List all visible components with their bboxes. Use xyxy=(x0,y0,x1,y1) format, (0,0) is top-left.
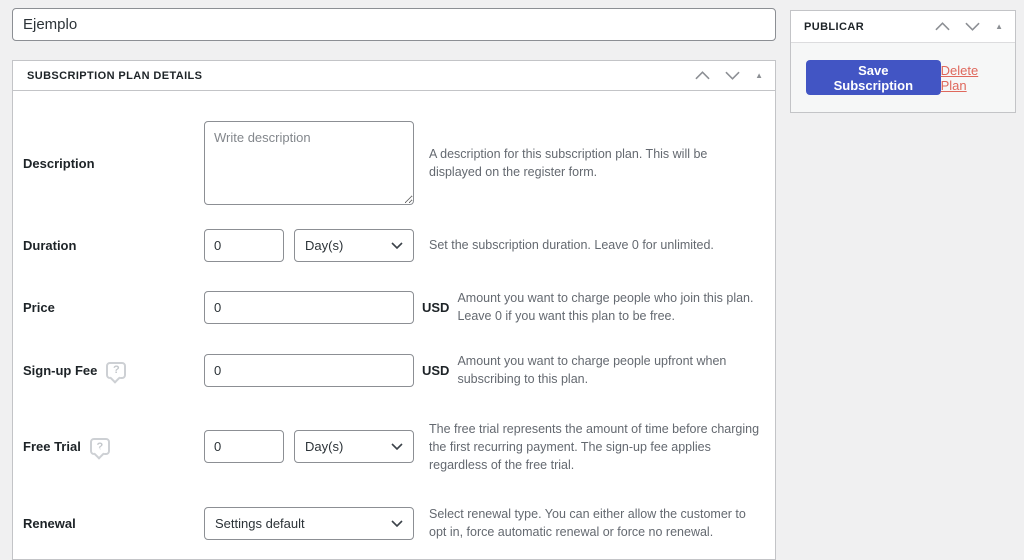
signup-fee-field-col xyxy=(204,353,414,387)
publish-title: PUBLICAR xyxy=(804,20,865,33)
description-help-text: A description for this subscription plan… xyxy=(429,146,708,179)
duration-row: Duration Day(s) Set the subscription dur… xyxy=(23,229,763,262)
price-value-input[interactable] xyxy=(204,290,414,324)
publish-metabox: PUBLICAR ▲ Save Subscription Delete Plan xyxy=(790,10,1016,113)
main-column: SUBSCRIPTION PLAN DETAILS ▲ Description xyxy=(12,8,776,560)
save-subscription-button[interactable]: Save Subscription xyxy=(806,60,941,95)
renewal-row: Renewal Settings default Select renewal … xyxy=(23,505,763,541)
publish-handle-actions: ▲ xyxy=(935,22,1003,31)
free-trial-field-col: Day(s) xyxy=(204,430,414,464)
publish-header[interactable]: PUBLICAR ▲ xyxy=(791,11,1015,43)
plan-title-input[interactable] xyxy=(12,8,776,41)
signup-fee-label: Sign-up Fee ? xyxy=(23,361,204,379)
metabox-body: Description A description for this subsc… xyxy=(13,91,775,559)
chevron-down-icon xyxy=(391,443,403,451)
move-down-icon[interactable] xyxy=(725,71,740,80)
help-tooltip-icon[interactable]: ? xyxy=(89,438,110,456)
renewal-label: Renewal xyxy=(23,515,76,531)
chevron-down-icon xyxy=(391,242,403,249)
publish-body: Save Subscription Delete Plan xyxy=(791,43,1015,112)
free-trial-label: Free Trial ? xyxy=(23,438,204,456)
price-currency-label: USD xyxy=(422,299,450,315)
move-down-icon[interactable] xyxy=(965,22,980,31)
renewal-help-text: Select renewal type. You can either allo… xyxy=(429,506,746,539)
renewal-type-select[interactable]: Settings default xyxy=(204,506,414,540)
metabox-title: SUBSCRIPTION PLAN DETAILS xyxy=(27,69,203,82)
signup-fee-help-text: Amount you want to charge people upfront… xyxy=(457,354,727,387)
free-trial-unit-select[interactable]: Day(s) xyxy=(294,430,414,464)
price-help-text: Amount you want to charge people who joi… xyxy=(457,291,754,324)
description-label: Description xyxy=(23,155,95,171)
signup-fee-row: Sign-up Fee ? USD Amount you want to cha… xyxy=(23,352,763,388)
help-tooltip-icon[interactable]: ? xyxy=(106,361,127,379)
description-row: Description A description for this subsc… xyxy=(23,121,763,205)
description-textarea[interactable] xyxy=(204,121,414,205)
duration-field-col: Day(s) xyxy=(204,229,414,262)
subscription-plan-details-metabox: SUBSCRIPTION PLAN DETAILS ▲ Description xyxy=(12,60,776,560)
signup-fee-value-input[interactable] xyxy=(204,353,414,387)
delete-plan-link[interactable]: Delete Plan xyxy=(941,63,1005,93)
renewal-field-col: Settings default xyxy=(204,506,414,540)
duration-value-input[interactable] xyxy=(204,229,284,262)
duration-help-text: Set the subscription duration. Leave 0 f… xyxy=(429,238,714,253)
collapse-toggle-icon[interactable]: ▲ xyxy=(995,22,1003,31)
free-trial-help-text: The free trial represents the amount of … xyxy=(429,421,760,472)
price-field-col xyxy=(204,290,414,324)
chevron-down-icon xyxy=(391,519,403,527)
move-up-icon[interactable] xyxy=(935,22,950,31)
duration-label: Duration xyxy=(23,238,77,253)
description-field-col xyxy=(204,121,414,205)
move-up-icon[interactable] xyxy=(695,71,710,80)
duration-unit-select[interactable]: Day(s) xyxy=(294,229,414,262)
free-trial-row: Free Trial ? Day(s) The free trial repre… xyxy=(23,420,763,474)
sidebar: PUBLICAR ▲ Save Subscription Delete Plan xyxy=(790,10,1016,113)
free-trial-value-input[interactable] xyxy=(204,430,284,464)
metabox-handle-actions: ▲ xyxy=(695,71,763,80)
price-label: Price xyxy=(23,299,55,315)
metabox-header[interactable]: SUBSCRIPTION PLAN DETAILS ▲ xyxy=(13,61,775,91)
signup-fee-currency-label: USD xyxy=(422,362,450,378)
price-row: Price USD Amount you want to charge peop… xyxy=(23,289,763,325)
collapse-toggle-icon[interactable]: ▲ xyxy=(755,71,763,80)
